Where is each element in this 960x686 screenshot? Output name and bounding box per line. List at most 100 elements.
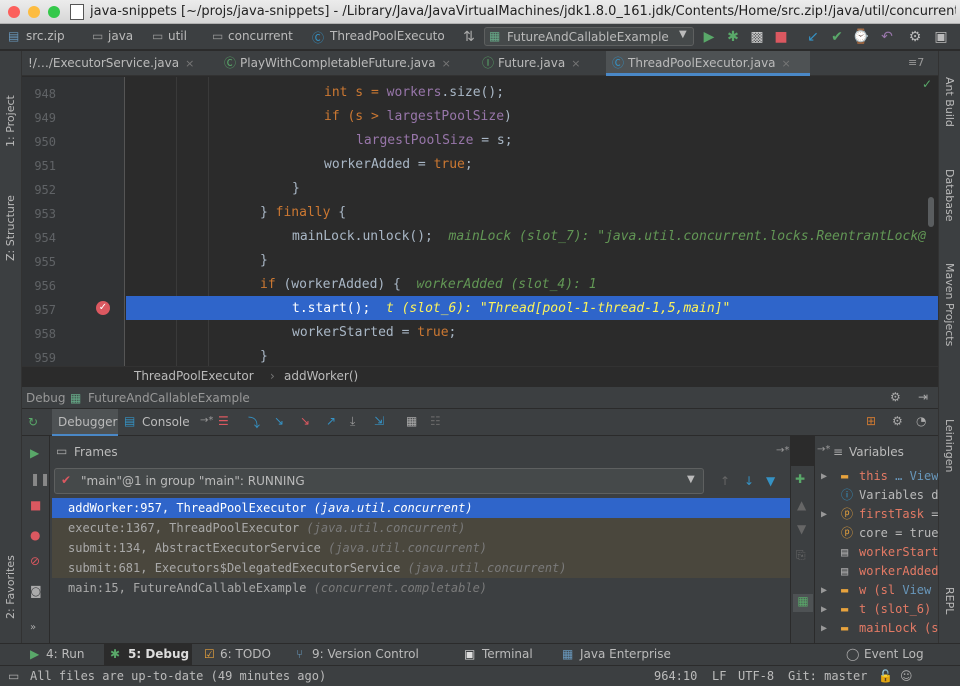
nav-crumb-class[interactable]: ThreadPoolExecuto [330,29,445,43]
tab-debugger[interactable]: Debugger [52,409,118,436]
tool-database[interactable]: Database [943,169,956,239]
variable-row[interactable]: ▶▬t (slot_6) = [815,600,938,619]
nav-crumb-srczip[interactable]: src.zip [26,29,65,43]
vcs-history-icon[interactable]: ⌚ [852,28,870,46]
view-breakpoints-icon[interactable]: ● [30,528,40,542]
variable-row[interactable]: ▶ ▬ mainLock (sl [815,619,938,638]
drop-frame-icon[interactable]: ⤓ [350,414,355,429]
tool-run[interactable]: 4: Run [46,647,85,661]
file-encoding[interactable]: UTF-8 [738,669,774,683]
frame-row[interactable]: submit:681, Executors$DelegatedExecutorS… [52,558,790,578]
gear-icon[interactable]: ⚙ [890,390,901,404]
close-icon[interactable]: × [571,57,580,70]
step-into-icon[interactable]: ↘ [274,414,284,428]
camera-icon[interactable]: ◙ [30,584,42,598]
git-branch[interactable]: Git: master [788,669,867,683]
tool-leiningen[interactable]: Leiningen [943,419,956,489]
breadcrumb-method[interactable]: addWorker() [284,369,358,383]
pin-icon[interactable]: →* [776,445,789,456]
arrow-up-icon[interactable]: ▲ [797,498,806,512]
layout-icon[interactable]: ▭ [8,669,19,683]
run-icon[interactable]: ▶ [700,28,718,46]
close-icon[interactable]: × [185,57,194,70]
breakpoint-icon[interactable]: ✓ [96,301,110,315]
tab-future[interactable]: Ⓘ Future.java × [476,51,606,76]
tool-structure[interactable]: Z: Structure [4,171,17,261]
caret-position[interactable]: 964:10 [654,669,697,683]
breadcrumb-class[interactable]: ThreadPoolExecutor [134,369,254,383]
force-step-into-icon[interactable]: ↘ [300,414,310,428]
show-execution-point-icon[interactable]: ☰ [218,414,229,428]
settings-icon[interactable]: ⚙ [906,28,924,46]
debug-config-name[interactable]: FutureAndCallableExample [88,391,250,405]
frame-row[interactable]: submit:134, AbstractExecutorService (jav… [52,538,790,558]
zoom-window-button[interactable] [48,6,60,18]
resume-icon[interactable]: ▶ [30,446,39,460]
editor-scrollbar[interactable] [928,197,934,227]
tool-maven[interactable]: Maven Projects [943,263,956,383]
arrow-down-icon[interactable]: ▼ [797,522,806,536]
variable-row[interactable]: ▤ workerStarte [815,543,938,562]
settings-icon[interactable]: ⚙ [892,414,903,428]
project-structure-icon[interactable]: ▣ [932,28,950,46]
arrow-down-icon[interactable]: ↓ [744,474,754,488]
arrow-up-icon[interactable]: ↑ [720,474,730,488]
variable-row[interactable]: ⓘ Variables de [815,486,938,505]
tool-terminal[interactable]: Terminal [482,647,533,661]
debug-icon[interactable]: ✱ [724,28,742,46]
pause-icon[interactable]: ❚❚ [30,472,50,486]
restore-layout-icon[interactable]: ⊞ [866,414,876,428]
variable-row[interactable]: ▶ ⓟ firstTask = [815,505,938,524]
variable-row[interactable]: ▶ ▬ this … View [815,467,938,486]
nav-crumb-concurrent[interactable]: concurrent [228,29,293,43]
thread-select[interactable]: ✔ "main"@1 in group "main": RUNNING ▼ [54,468,704,494]
copy-icon[interactable]: ⎘ [796,548,806,563]
hide-icon[interactable]: ⇥ [918,390,928,404]
tab-overflow[interactable]: ≡7 [908,56,924,69]
tool-favorites[interactable]: 2: Favorites [4,529,17,619]
memory-icon[interactable]: ◔ [916,414,926,428]
tool-version-control[interactable]: 9: Version Control [312,647,419,661]
close-icon[interactable]: × [442,57,451,70]
step-out-icon[interactable]: ↗ [326,414,336,428]
frame-row[interactable]: addWorker:957, ThreadPoolExecutor (java.… [52,498,790,518]
variable-row[interactable]: ▶ ▬ w (sl View [815,581,938,600]
tool-todo[interactable]: 6: TODO [220,647,271,661]
nav-crumb-java[interactable]: java [108,29,133,43]
vcs-commit-icon[interactable]: ✔ [828,28,846,46]
tool-event-log[interactable]: Event Log [864,647,924,661]
tab-executorservice[interactable]: !/…/ExecutorService.java × [22,51,212,76]
filter-icon[interactable]: ▼ [766,474,775,488]
close-window-button[interactable] [8,6,20,18]
mute-breakpoints-icon[interactable]: ⊘ [30,554,40,568]
run-to-cursor-icon[interactable]: ⇲ [374,414,384,428]
tool-debug[interactable]: ✱ 5: Debug [104,644,192,665]
stop-icon[interactable]: ■ [772,28,790,46]
new-watch-icon[interactable]: ✚ [795,472,805,486]
tab-console[interactable]: ▤ Console →* [122,409,214,436]
evaluate-icon[interactable]: ▦ [406,414,417,428]
frame-row[interactable]: execute:1367, ThreadPoolExecutor (java.u… [52,518,790,538]
code-editor[interactable]: ✓ ✓ 948 949 950 951 952 953 954 955 956 … [22,77,938,366]
minimize-window-button[interactable] [28,6,40,18]
run-config-select[interactable]: ▦ FutureAndCallableExample ▼ [484,27,694,46]
lock-icon[interactable]: 🔓 [878,669,893,683]
inspector-icon[interactable]: ☺ [900,669,913,683]
line-separator[interactable]: LF [712,669,726,683]
tool-repl[interactable]: REPL [943,587,956,627]
nav-crumb-util[interactable]: util [168,29,187,43]
close-icon[interactable]: × [782,57,791,70]
vcs-update-icon[interactable]: ↙ [804,28,822,46]
tab-threadpoolexecutor[interactable]: Ⓒ ThreadPoolExecutor.java × [606,51,810,76]
watches-icon[interactable]: ▦ [793,594,813,612]
revert-icon[interactable]: ↶ [878,28,896,46]
variable-row[interactable]: ▤ workerAdded [815,562,938,581]
tool-java-enterprise[interactable]: Java Enterprise [580,647,671,661]
step-over-icon[interactable]: ⤵ [248,414,260,431]
variable-row[interactable]: ⓟ core = true [815,524,938,543]
tab-playwithcompletablefuture[interactable]: Ⓒ PlayWithCompletableFuture.java × [218,51,486,76]
coverage-icon[interactable]: ▩ [748,28,766,46]
frame-row[interactable]: main:15, FutureAndCallableExample (concu… [52,578,790,598]
tool-ant-build[interactable]: Ant Build [943,77,956,147]
stop-icon[interactable]: ■ [30,498,41,512]
